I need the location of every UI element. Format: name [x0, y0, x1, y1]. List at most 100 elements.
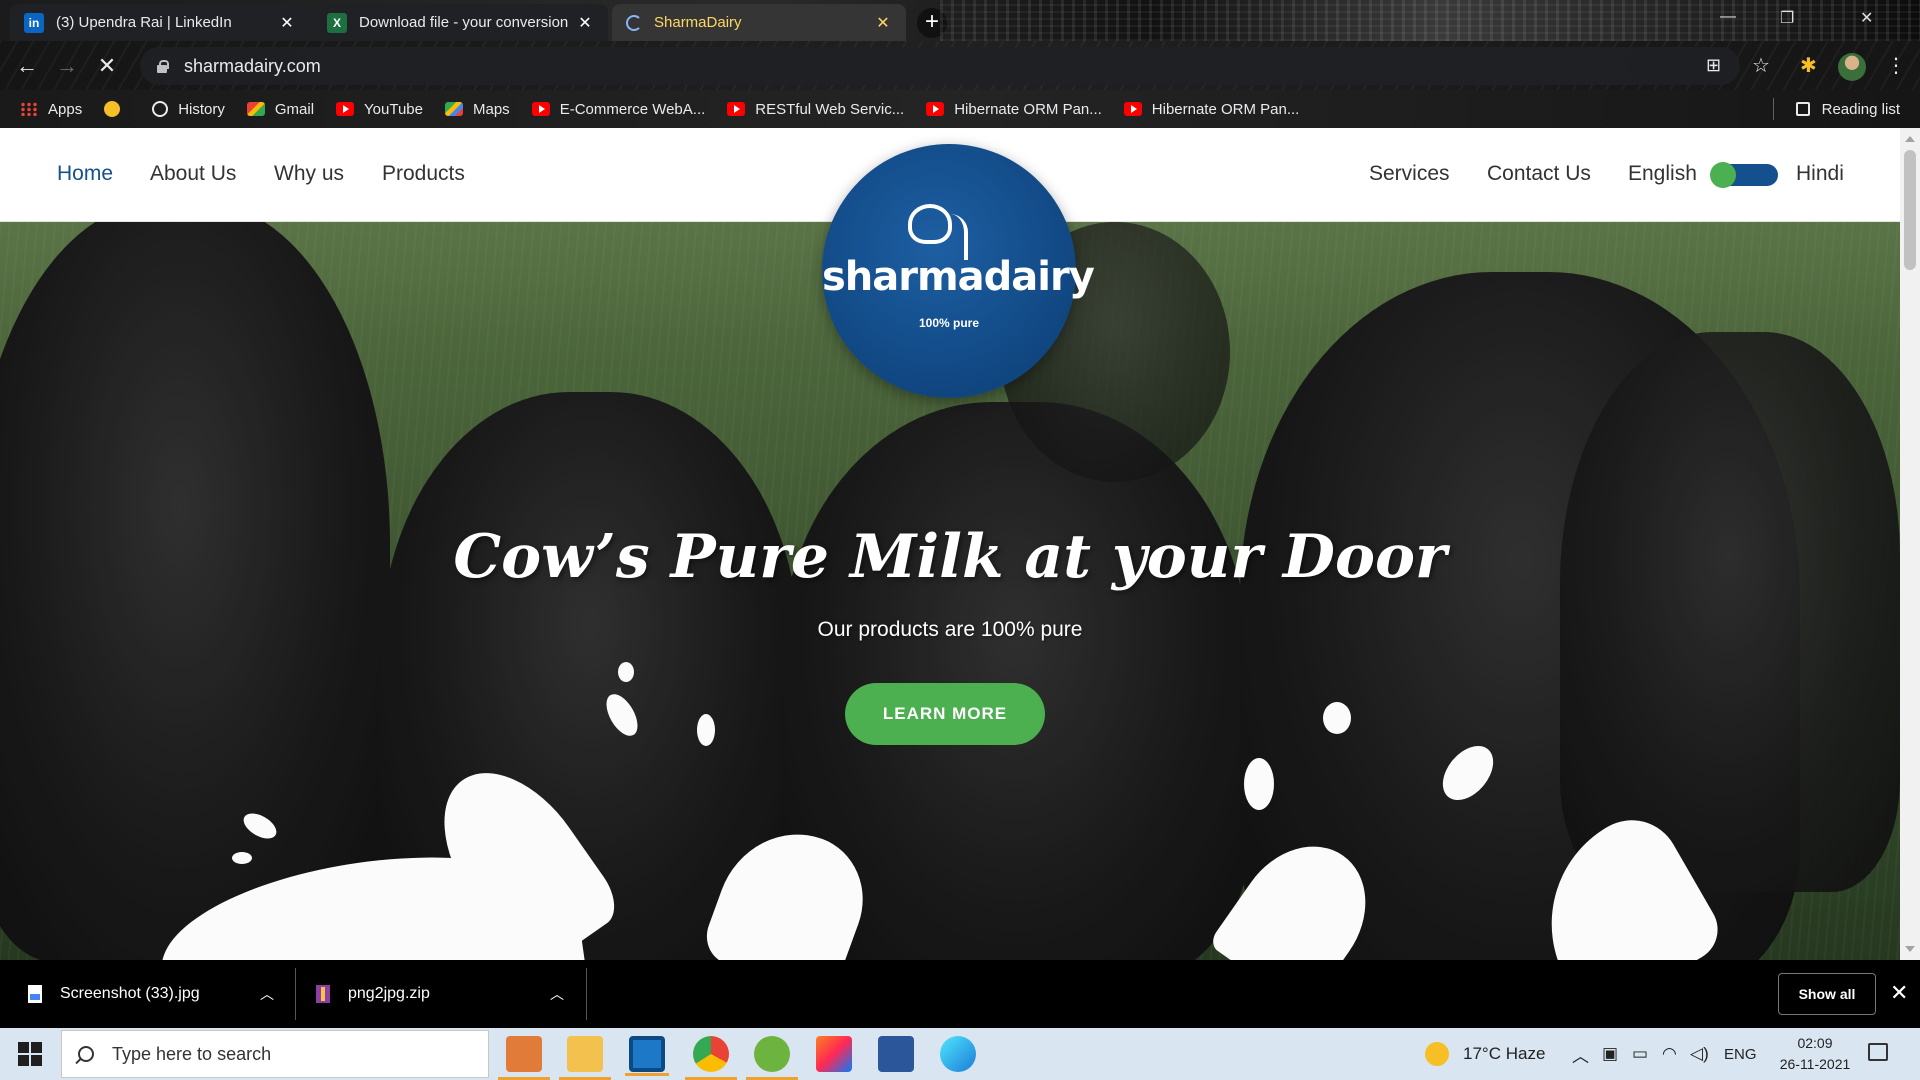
search-icon: [78, 1046, 94, 1062]
clock-time: 02:09: [1797, 1035, 1833, 1051]
youtube-icon: [531, 102, 550, 116]
wifi-icon[interactable]: ◠: [1662, 1028, 1677, 1080]
nav-why-us[interactable]: Why us: [274, 162, 344, 186]
tab-title: SharmaDairy: [654, 14, 742, 31]
intellij-icon[interactable]: [816, 1036, 852, 1072]
close-downloads-icon[interactable]: ✕: [1890, 980, 1908, 1006]
globe-icon: [104, 101, 121, 117]
bookmark-history[interactable]: History: [152, 101, 225, 118]
show-all-button[interactable]: Show all: [1778, 973, 1876, 1015]
language-indicator[interactable]: ENG: [1724, 1028, 1757, 1080]
logo-wordmark: sharmadairy: [822, 254, 1095, 300]
gmail-icon: [246, 102, 265, 116]
tab-download-file[interactable]: X Download file - your conversion ✕: [313, 4, 608, 41]
tab-linkedin[interactable]: in (3) Upendra Rai | LinkedIn ✕: [10, 4, 310, 41]
page-scrollbar[interactable]: [1900, 128, 1920, 960]
edge-icon[interactable]: [940, 1036, 976, 1072]
bookmark-maps[interactable]: Maps: [445, 101, 510, 118]
nav-about-us[interactable]: About Us: [150, 162, 236, 186]
nav-products[interactable]: Products: [382, 162, 465, 186]
nav-home[interactable]: Home: [57, 162, 113, 186]
bookmark-hibernate-2[interactable]: Hibernate ORM Pan...: [1123, 101, 1299, 118]
restore-icon[interactable]: ❐: [1780, 8, 1794, 28]
profile-avatar[interactable]: [1838, 53, 1866, 81]
download-divider: [586, 968, 587, 1020]
notifications-icon[interactable]: [1868, 1043, 1888, 1061]
youtube-icon: [336, 102, 355, 116]
close-icon[interactable]: ✕: [576, 13, 594, 33]
windows-start-icon[interactable]: [18, 1042, 42, 1066]
minimize-icon[interactable]: —: [1720, 8, 1736, 26]
language-toggle[interactable]: [1710, 162, 1778, 188]
taskbar-clock[interactable]: 02:09 26-11-2021: [1770, 1033, 1860, 1075]
bookmark-apps[interactable]: Apps: [20, 101, 82, 118]
clock-date: 26-11-2021: [1779, 1056, 1851, 1072]
word-icon[interactable]: [878, 1036, 914, 1072]
chrome-icon[interactable]: [685, 1036, 737, 1080]
xampp-app-icon[interactable]: [498, 1036, 550, 1080]
tab-sharmadairy[interactable]: SharmaDairy ✕: [612, 4, 906, 41]
stop-loading-icon[interactable]: ✕: [92, 51, 122, 81]
youtube-icon: [727, 102, 746, 116]
milk-drop: [232, 852, 252, 864]
scroll-up-icon[interactable]: [1905, 136, 1915, 142]
forward-icon[interactable]: →: [52, 51, 82, 81]
tray-overflow-icon[interactable]: ︿: [1572, 1028, 1589, 1080]
learn-more-button[interactable]: LEARN MORE: [845, 683, 1045, 745]
weather-text: 17°C Haze: [1463, 1044, 1546, 1063]
taskbar-search[interactable]: Type here to search: [61, 1030, 489, 1078]
scroll-thumb[interactable]: [1904, 150, 1916, 270]
search-placeholder: Type here to search: [112, 1043, 272, 1064]
apps-grid-icon: [20, 102, 38, 116]
milk-drop: [1323, 702, 1351, 734]
bookmark-star-icon[interactable]: ☆: [1752, 53, 1770, 78]
weather-widget[interactable]: 17°C Haze: [1425, 1028, 1545, 1080]
battery-icon[interactable]: ▭: [1632, 1028, 1648, 1080]
close-icon[interactable]: ✕: [278, 13, 296, 33]
bookmark-ecommerce[interactable]: E-Commerce WebA...: [531, 101, 705, 118]
device-icon[interactable]: ▣: [1602, 1028, 1618, 1080]
browser-toolbar: ← → ✕ sharmadairy.com ⊞ ☆ ✱ ⋮: [0, 41, 1920, 90]
extensions-icon[interactable]: ✱: [1800, 53, 1817, 78]
bookmark-globe[interactable]: [104, 101, 130, 117]
download-item[interactable]: png2jpg.zip ︿: [316, 960, 576, 1028]
logo-tagline: 100% pure: [918, 316, 980, 330]
download-divider: [295, 968, 296, 1020]
chevron-up-icon[interactable]: ︿: [550, 984, 564, 1004]
bookmark-hibernate-1[interactable]: Hibernate ORM Pan...: [926, 101, 1102, 118]
loading-spinner-icon: [626, 14, 642, 31]
back-icon[interactable]: ←: [12, 51, 42, 81]
nav-services[interactable]: Services: [1369, 162, 1450, 186]
milk-drop: [1244, 758, 1274, 810]
new-tab-button[interactable]: +: [917, 8, 947, 38]
file-explorer-icon[interactable]: [559, 1036, 611, 1080]
translate-icon[interactable]: ⊞: [1706, 55, 1721, 76]
download-item[interactable]: Screenshot (33).jpg ︿: [28, 960, 278, 1028]
bookmark-gmail[interactable]: Gmail: [246, 101, 314, 118]
url-text: sharmadairy.com: [184, 55, 321, 76]
window-close-icon[interactable]: ✕: [1860, 8, 1873, 28]
address-bar[interactable]: sharmadairy.com ⊞: [140, 47, 1740, 85]
reading-list-button[interactable]: Reading list: [1795, 90, 1900, 128]
app-window-icon[interactable]: [625, 1036, 669, 1076]
toggle-knob: [1710, 162, 1736, 188]
scroll-down-icon[interactable]: [1905, 946, 1915, 952]
milk-drop: [697, 714, 715, 746]
downloads-bar: Screenshot (33).jpg ︿ png2jpg.zip ︿ Show…: [0, 960, 1920, 1028]
bookmark-youtube[interactable]: YouTube: [336, 101, 423, 118]
volume-icon[interactable]: ◁): [1690, 1028, 1709, 1080]
bookmark-restful[interactable]: RESTful Web Servic...: [727, 101, 904, 118]
milk-jug-icon: [908, 204, 952, 244]
bookmarks-divider: [1773, 98, 1774, 120]
youtube-icon: [926, 102, 945, 116]
nav-contact-us[interactable]: Contact Us: [1487, 162, 1591, 186]
spring-tool-icon[interactable]: [746, 1036, 798, 1080]
youtube-icon: [1123, 102, 1142, 116]
page-viewport: Home About Us Why us Products Services C…: [0, 128, 1920, 960]
lock-icon[interactable]: [156, 60, 169, 73]
site-logo[interactable]: sharmadairy 100% pure: [822, 144, 1095, 398]
weather-icon: [1425, 1042, 1449, 1066]
close-icon[interactable]: ✕: [874, 13, 892, 33]
menu-kebab-icon[interactable]: ⋮: [1886, 53, 1906, 78]
chevron-up-icon[interactable]: ︿: [260, 984, 274, 1004]
